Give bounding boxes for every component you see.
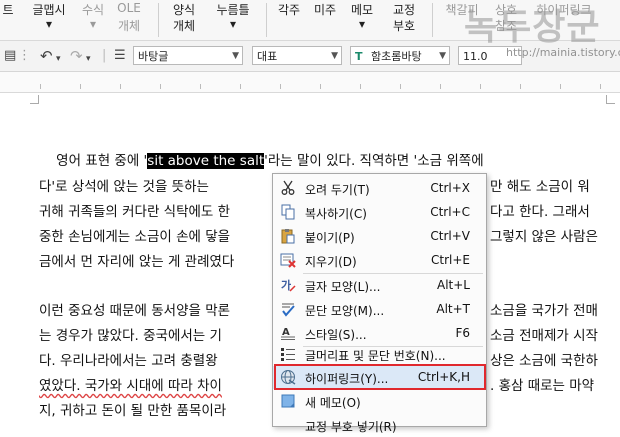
text-line-2[interactable]: 다'로 상석에 앉는 것을 뜻하는: [39, 175, 213, 195]
ribbon-separator: [158, 3, 159, 37]
copy-icon: [281, 204, 295, 220]
menu-item-para-shape[interactable]: 문단 모양(M)... Alt+T: [273, 298, 486, 321]
ribbon-item-proofread[interactable]: 교정 부호: [386, 0, 422, 40]
ribbon-separator: [432, 3, 433, 37]
ruler-tick: [360, 84, 361, 89]
ribbon-item-field[interactable]: 누름틀 ▾: [208, 0, 258, 40]
ruler-tick: [280, 84, 281, 89]
chevron-down-icon: ▼: [232, 51, 239, 61]
ribbon-item-text[interactable]: 트: [0, 0, 16, 40]
text-line-2-tail[interactable]: 만 해도 소금이 워: [490, 175, 590, 195]
ribbon-separator: [266, 3, 267, 37]
toolbar-separator: ⋮: [18, 48, 31, 63]
text-line-4-tail[interactable]: 그렇지 않은 사람은: [490, 225, 598, 245]
ribbon-item-memo[interactable]: 메모 ▾: [346, 0, 378, 40]
style-icon: A: [281, 327, 295, 340]
text-line-9-tail[interactable]: 상은 소금에 국한하: [490, 349, 598, 369]
bullet-icon: [281, 348, 295, 361]
text-line-7[interactable]: 이런 중요성 때문에 동서양을 막론: [39, 299, 230, 319]
font-group-select[interactable]: 대표 ▼: [252, 46, 342, 65]
ruler-tick: [600, 84, 601, 89]
toolbar-separator: |: [102, 48, 107, 63]
text-line-1[interactable]: 영어 표현 중에 'sit above the salt'라는 말이 있다. 직…: [39, 149, 484, 169]
redo-icon[interactable]: ↷: [70, 47, 83, 65]
style-select[interactable]: 바탕글 ▼: [133, 46, 243, 65]
svg-text:가: 가: [281, 278, 291, 292]
menu-item-bullets[interactable]: 글머리표 및 문단 번호(N)...: [273, 343, 486, 366]
chevron-down-icon: ▼: [331, 51, 338, 61]
text-line-8-tail[interactable]: 소금 전매제가 시작: [490, 324, 598, 344]
ruler-tick: [240, 84, 241, 89]
ribbon-item-equation[interactable]: 수식 ▾: [78, 0, 108, 40]
hyperlink-highlight-box: [274, 364, 486, 390]
text-line-9[interactable]: 다. 우리나라에서는 고려 충렬왕: [39, 349, 222, 369]
margin-corner-mark: [606, 95, 615, 104]
margin-corner-mark: [30, 95, 39, 104]
ruler-tick: [560, 84, 561, 89]
char-shape-icon: 가: [281, 278, 296, 292]
text-line-10-tail[interactable]: . 홍삼 때로는 마약: [490, 374, 594, 394]
ruler-tick: [440, 84, 441, 89]
text-line-5[interactable]: 금에서 먼 자리에 앉는 게 관례였다: [39, 250, 234, 270]
menu-item-cut[interactable]: 오려 두기(T) Ctrl+X: [273, 177, 486, 200]
text-line-4[interactable]: 중한 손님에게는 소금이 손에 닿을: [39, 225, 230, 245]
selected-text[interactable]: sit above the salt: [147, 153, 265, 169]
text-line-7-tail[interactable]: 소금을 국가가 전매: [490, 299, 598, 319]
ruler-tick: [480, 84, 481, 89]
menu-item-copy[interactable]: 복사하기(C) Ctrl+C: [273, 201, 486, 224]
ribbon-item-wordart[interactable]: 글맵시 ▾: [26, 0, 72, 40]
horizontal-ruler[interactable]: [0, 72, 620, 93]
chevron-down-icon: ▼: [439, 51, 446, 61]
text-line-8[interactable]: 는 경우가 많았다. 중국에서는 기: [39, 324, 222, 344]
scissors-icon: [281, 180, 295, 195]
text-line-10[interactable]: 였았다. 국가와 시대에 따라 차이: [39, 374, 222, 394]
menu-item-delete[interactable]: 지우기(D) Ctrl+E: [273, 249, 486, 272]
ruler-tick: [320, 84, 321, 89]
redo-dropdown-icon[interactable]: ▾: [86, 50, 91, 68]
font-select[interactable]: T 함초롬바탕 ▼: [350, 46, 450, 65]
font-type-icon: T: [355, 50, 363, 63]
ribbon-item-form-object[interactable]: 양식 개체: [166, 0, 202, 40]
ribbon-item-endnote[interactable]: 미주: [310, 0, 340, 40]
view-mode-icon[interactable]: ▤: [4, 47, 16, 65]
menu-item-proofread-mark[interactable]: 교정 부호 넣기(R): [273, 414, 486, 437]
ribbon-item-ole[interactable]: OLE 개체: [112, 0, 146, 40]
ruler-tick: [40, 84, 41, 89]
ruler-tick: [520, 84, 521, 89]
paste-icon: [281, 229, 295, 244]
erase-icon: [280, 253, 296, 268]
ruler-tick: [80, 84, 81, 89]
undo-icon[interactable]: ↶: [40, 47, 53, 65]
text-line-3[interactable]: 귀해 귀족들의 커다란 식탁에도 한: [39, 200, 230, 220]
para-shape-icon: [282, 303, 295, 317]
memo-icon: [281, 394, 295, 408]
menu-item-style[interactable]: A 스타일(S)... F6: [273, 322, 486, 345]
watermark-title: 녹두장군: [464, 6, 601, 48]
menu-item-new-memo[interactable]: 새 메모(O): [273, 390, 486, 413]
undo-dropdown-icon[interactable]: ▾: [56, 50, 61, 68]
text-line-3-tail[interactable]: 다고 한다. 그래서: [490, 200, 590, 220]
style-list-icon[interactable]: ☰: [114, 47, 126, 65]
svg-text:A: A: [282, 327, 290, 338]
menu-item-char-shape[interactable]: 가 글자 모양(L)... Alt+L: [273, 274, 486, 297]
watermark-url: http://mainia.tistory.com: [506, 46, 620, 59]
text-line-11[interactable]: 지, 귀하고 돈이 될 만한 품목이라: [39, 399, 226, 419]
ruler-tick: [160, 84, 161, 89]
ruler-tick: [120, 84, 121, 89]
ruler-tick: [400, 84, 401, 89]
menu-item-paste[interactable]: 붙이기(P) Ctrl+V: [273, 225, 486, 248]
ribbon-item-footnote[interactable]: 각주: [274, 0, 304, 40]
ruler-tick: [200, 84, 201, 89]
